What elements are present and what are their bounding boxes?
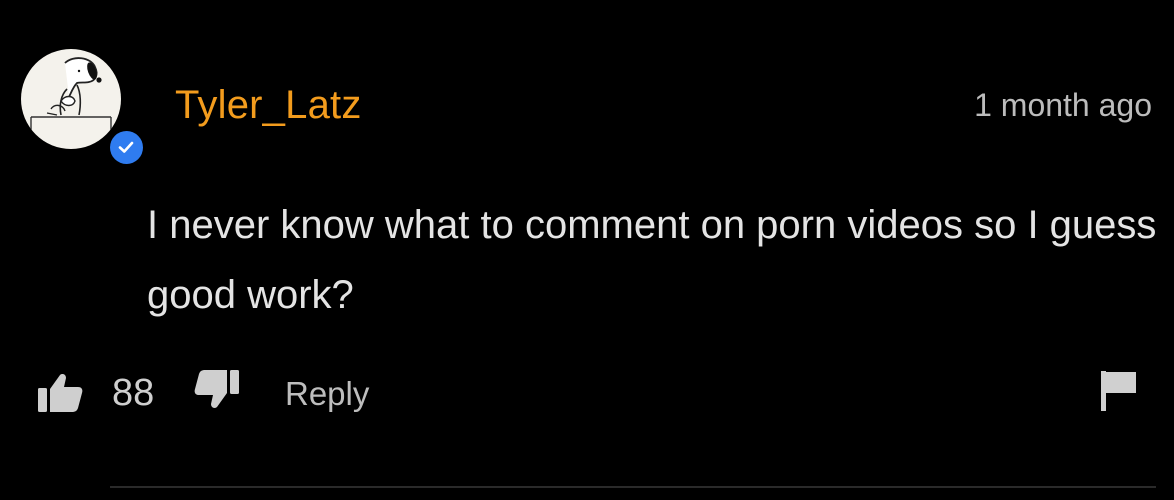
verified-badge	[106, 127, 146, 167]
like-count: 88	[112, 372, 155, 414]
thumbs-down-icon[interactable]	[193, 368, 241, 415]
divider	[110, 486, 1156, 488]
comment-actions: 88 Reply	[0, 360, 1174, 424]
username-link[interactable]: Tyler_Latz	[175, 82, 362, 128]
avatar-wrapper[interactable]	[21, 49, 146, 167]
comment: Tyler_Latz 1 month ago I never know what…	[0, 0, 1174, 500]
snoopy-avatar-icon	[30, 57, 112, 133]
comment-text: I never know what to comment on porn vid…	[147, 203, 1157, 317]
avatar[interactable]	[21, 49, 121, 149]
thumbs-up-icon[interactable]	[36, 372, 84, 419]
reply-button[interactable]: Reply	[285, 374, 369, 414]
verified-check-icon	[109, 130, 143, 164]
flag-icon[interactable]	[1099, 369, 1139, 418]
comment-timestamp: 1 month ago	[974, 87, 1152, 123]
